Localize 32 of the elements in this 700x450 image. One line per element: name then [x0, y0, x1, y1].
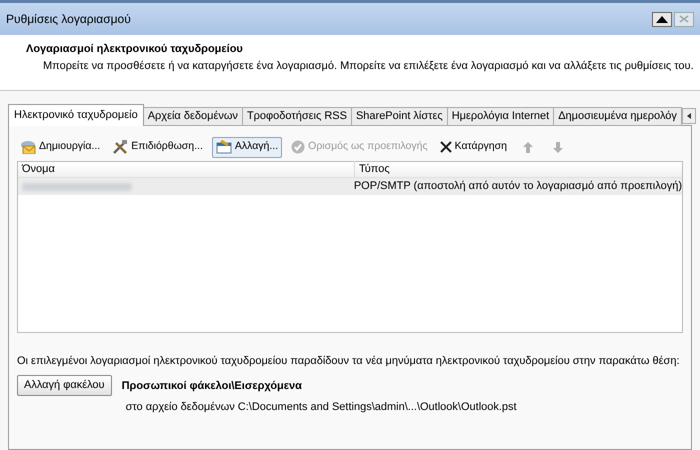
collapse-button[interactable] [652, 12, 672, 26]
section-title: Λογαριασμοί ηλεκτρονικού ταχυδρομείου [26, 42, 244, 57]
window-title: Ρυθμίσεις λογαριασμού [6, 11, 131, 28]
tab-scroll-button[interactable] [682, 108, 696, 124]
tab[interactable]: Αρχεία δεδομένων [142, 107, 243, 126]
close-icon [440, 141, 452, 153]
tab[interactable]: Ημερολόγια Internet [446, 107, 554, 126]
card-icon [216, 140, 232, 154]
tools-icon [112, 139, 128, 155]
tab[interactable]: Τροφοδοτήσεις RSS [242, 107, 352, 126]
account-row[interactable]: POP/SMTP (αποστολή από αυτόν το λογαριασμό από προεπιλογή) [18, 178, 682, 195]
section-description: Μπορείτε να προσθέσετε ή να καταργήσετε ένα λογαριασμό. Μπορείτε να επιλέξετε ένα λογαριασμό και να αλλάξετε τις ρυθμίσεις του. [42, 58, 695, 74]
toolbar-button[interactable]: Επιδιόρθωση... [109, 136, 206, 158]
close-icon [679, 15, 689, 23]
tab[interactable]: Δημοσιευμένα ημερολόγ [553, 107, 682, 126]
toolbar-button[interactable]: Κατάργηση [436, 136, 510, 158]
check-circle-icon [291, 140, 306, 154]
arrow-down-icon [552, 142, 563, 152]
delivery-description: Οι επιλεγμένοι λογαριασμοί ηλεκτρονικού ταχυδρομείου παραδίδουν τα νέα μηνύματα ηλεκτρονικού ταχυδρομείου στην παρακάτω θέση: [17, 354, 680, 369]
toolbar-button[interactable]: Δημιουργία... [17, 136, 104, 158]
tab[interactable]: SharePoint λίστες [350, 107, 448, 126]
column-header[interactable]: Τύπος [355, 161, 682, 178]
table-cell-text: POP/SMTP (αποστολή από αυτόν το λογαριασμό από προεπιλογή) [352, 179, 682, 194]
arrow-up-icon [522, 142, 533, 152]
envelope-icon [20, 140, 36, 154]
tab[interactable]: Ηλεκτρονικό ταχυδρομείο [8, 104, 144, 126]
data-file-path: στο αρχείο δεδομένων C:\Documents and Settings\admin\...\Outlook\Outlook.pst [124, 400, 517, 415]
change-folder-button[interactable]: Αλλαγή φακέλου [17, 374, 112, 396]
folder-path: Προσωπικοί φάκελοι\Εισερχόμενα [122, 378, 303, 394]
triangle-left-icon [686, 113, 691, 119]
toolbar-button[interactable]: Αλλαγή... [212, 136, 282, 158]
triangle-up-icon [656, 16, 668, 22]
